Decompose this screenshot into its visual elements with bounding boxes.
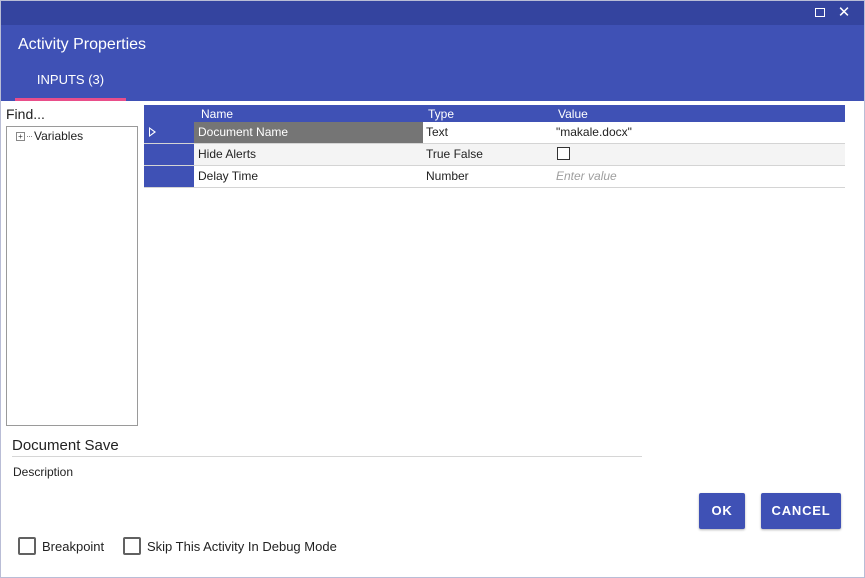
expand-plus-icon[interactable]: +: [16, 131, 25, 141]
breakpoint-checkbox[interactable]: [18, 537, 36, 555]
activity-name: Document Save: [12, 437, 119, 454]
hide-alerts-checkbox[interactable]: [557, 147, 570, 161]
table-row[interactable]: Document Name Text "makale.docx": [144, 122, 845, 144]
find-label[interactable]: Find...: [6, 106, 45, 122]
breakpoint-label: Breakpoint: [42, 538, 105, 554]
cell-type: True False: [426, 147, 483, 161]
tab-active-indicator: [15, 98, 126, 101]
row-indicator[interactable]: [144, 122, 194, 143]
column-header-name[interactable]: Name: [201, 107, 233, 121]
close-icon[interactable]: ✕: [836, 5, 852, 21]
cell-value-input[interactable]: "makale.docx": [553, 122, 845, 143]
table-row[interactable]: Hide Alerts True False: [144, 144, 845, 166]
skip-debug-option[interactable]: Skip This Activity In Debug Mode: [123, 537, 337, 555]
grid-header: Name Type Value: [144, 105, 845, 122]
variables-tree[interactable]: + Variables: [6, 126, 138, 426]
cell-name[interactable]: Hide Alerts: [194, 144, 423, 165]
cell-type: Number: [426, 169, 469, 183]
tab-inputs[interactable]: INPUTS (3): [15, 63, 126, 101]
cell-value-checkbox-cell[interactable]: [553, 144, 845, 165]
cell-name[interactable]: Document Name: [194, 122, 423, 143]
cell-value-input[interactable]: Enter value: [553, 166, 845, 187]
skip-debug-label: Skip This Activity In Debug Mode: [147, 538, 337, 554]
dialog-header: ✕ Activity Properties INPUTS (3): [1, 1, 864, 101]
breakpoint-option[interactable]: Breakpoint: [18, 537, 104, 555]
row-indicator[interactable]: [144, 144, 194, 165]
ok-button[interactable]: OK: [699, 493, 745, 529]
maximize-icon[interactable]: [812, 5, 828, 21]
current-row-arrow-icon: [149, 127, 156, 137]
tree-item-variables[interactable]: + Variables: [16, 129, 83, 143]
description-label: Description: [13, 465, 74, 479]
properties-grid: Name Type Value Document Name Text "maka…: [144, 105, 845, 188]
tree-connector: [27, 136, 32, 137]
skip-debug-checkbox[interactable]: [123, 537, 141, 555]
cell-name[interactable]: Delay Time: [194, 166, 423, 187]
row-indicator[interactable]: [144, 166, 194, 187]
cell-type: Text: [426, 125, 449, 139]
activity-properties-dialog: ✕ Activity Properties INPUTS (3) Find...…: [0, 0, 865, 578]
cancel-button[interactable]: CANCEL: [761, 493, 841, 529]
dialog-title: Activity Properties: [18, 36, 147, 53]
tab-inputs-label: INPUTS (3): [36, 72, 105, 87]
table-row[interactable]: Delay Time Number Enter value: [144, 166, 845, 188]
divider: [12, 456, 642, 457]
window-title-bar: ✕: [1, 1, 864, 25]
tree-item-label: Variables: [34, 129, 84, 143]
column-header-value[interactable]: Value: [558, 107, 588, 121]
column-header-type[interactable]: Type: [428, 107, 454, 121]
